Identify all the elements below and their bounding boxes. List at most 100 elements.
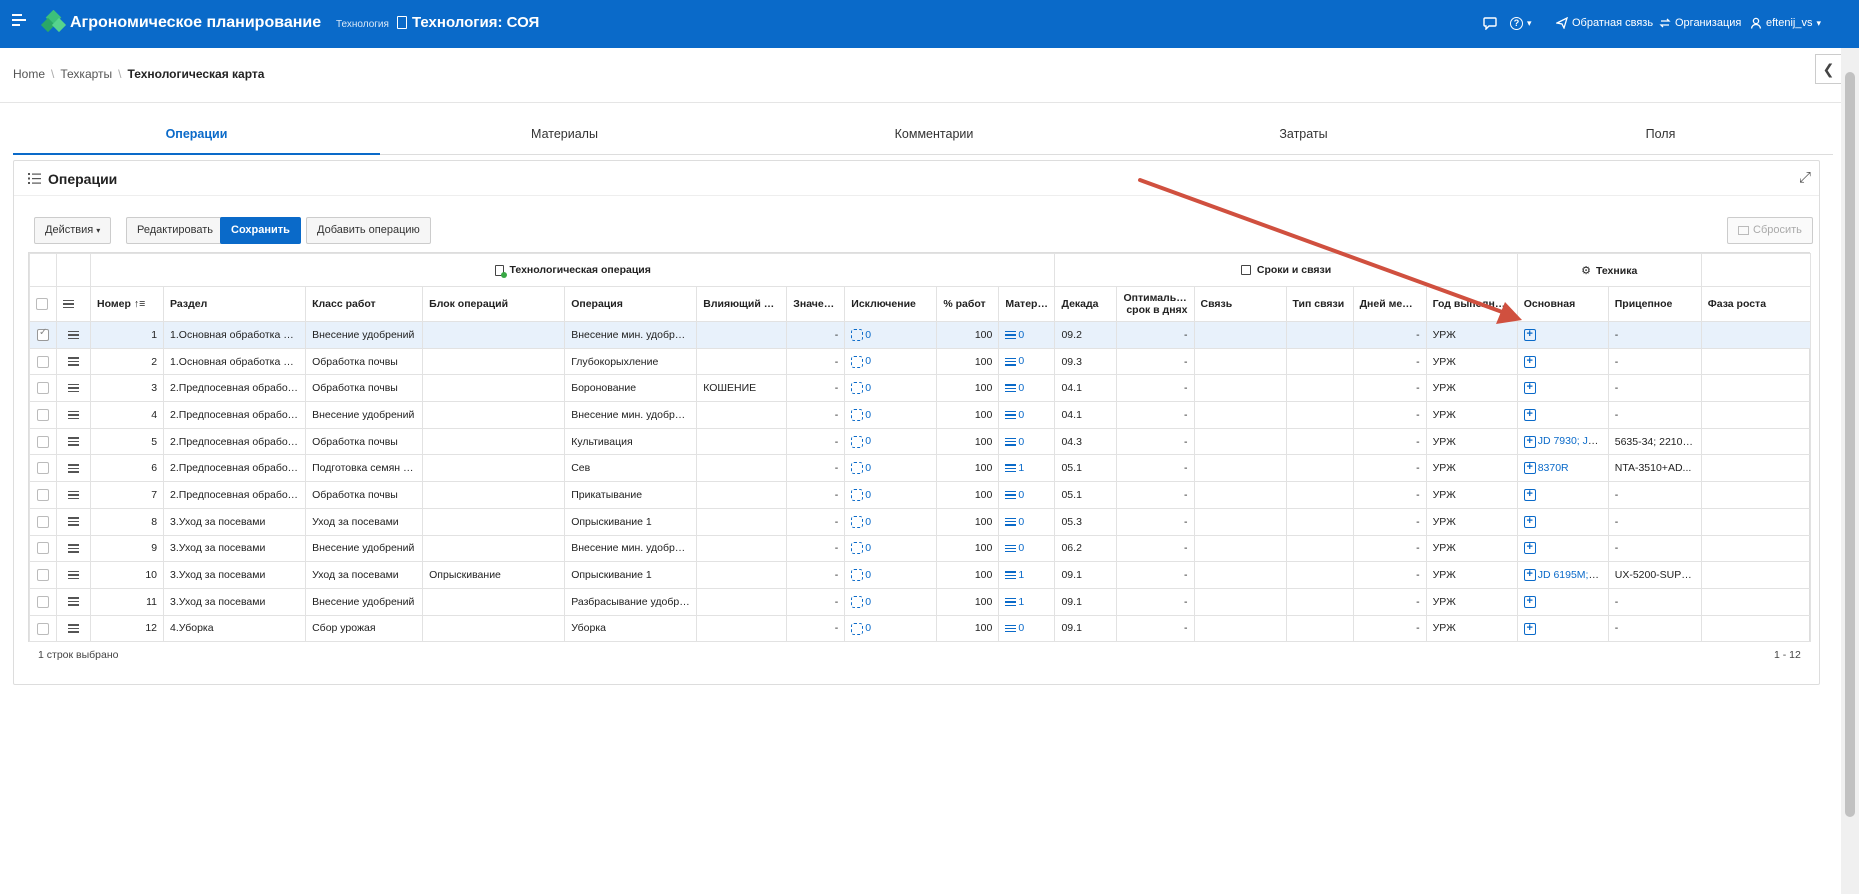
row-menu[interactable]	[56, 374, 91, 403]
row-checkbox[interactable]	[29, 534, 57, 563]
col-exclusion[interactable]: Исключение	[844, 286, 938, 322]
main-machinery-link[interactable]: 8370R	[1538, 462, 1569, 474]
table-row[interactable]: 3 2.Предпосевная обработ... Обработка почв…	[29, 374, 1812, 403]
cell-exclusion[interactable]: 0	[844, 534, 938, 563]
material-count[interactable]: 1	[1018, 596, 1024, 608]
row-actions-header[interactable]	[56, 286, 91, 322]
row-menu[interactable]	[56, 507, 91, 536]
table-row[interactable]: 2 1.Основная обработка по... Обработка поч…	[29, 347, 1812, 376]
cell-main[interactable]: +	[1516, 614, 1609, 643]
add-operation-button[interactable]: Добавить операцию	[306, 217, 431, 244]
main-machinery-link[interactable]: JD 6195M; J...	[1538, 569, 1606, 581]
cell-exclusion[interactable]: 0	[844, 454, 938, 483]
add-machinery-icon[interactable]: +	[1523, 328, 1536, 341]
tab-materials[interactable]: Материалы	[380, 120, 749, 155]
add-machinery-icon[interactable]: +	[1523, 569, 1536, 582]
add-machinery-icon[interactable]: +	[1523, 622, 1536, 635]
row-checkbox[interactable]	[29, 347, 57, 376]
row-checkbox[interactable]	[29, 321, 57, 349]
cell-exclusion[interactable]: 0	[844, 561, 938, 589]
col-value[interactable]: Значение фактора	[786, 286, 846, 322]
cell-material[interactable]: 0	[998, 614, 1056, 643]
cell-main[interactable]: +8370R	[1516, 454, 1609, 483]
add-machinery-icon[interactable]: +	[1523, 489, 1536, 502]
cell-material[interactable]: 1	[998, 454, 1056, 483]
material-count[interactable]: 0	[1018, 489, 1024, 501]
material-count[interactable]: 1	[1018, 569, 1024, 581]
row-menu[interactable]	[56, 614, 91, 643]
collapse-panel-button[interactable]: ❮	[1815, 54, 1841, 84]
breadcrumb-home[interactable]: Home	[13, 67, 45, 81]
row-menu[interactable]	[56, 454, 91, 483]
row-checkbox[interactable]	[29, 481, 57, 509]
cell-main[interactable]: +	[1516, 321, 1609, 349]
exclusion-count[interactable]: 0	[865, 462, 871, 474]
row-checkbox[interactable]	[29, 561, 57, 589]
cell-main[interactable]: +	[1516, 401, 1609, 429]
cell-material[interactable]: 0	[998, 374, 1056, 403]
table-row[interactable]: 10 3.Уход за посевами Уход за посевами Опры…	[29, 561, 1812, 589]
exclusion-count[interactable]: 0	[865, 329, 871, 341]
exclusion-count[interactable]: 0	[865, 516, 871, 528]
select-all-checkbox[interactable]	[29, 286, 57, 322]
add-machinery-icon[interactable]: +	[1523, 462, 1536, 475]
cell-material[interactable]: 0	[998, 401, 1056, 429]
cell-exclusion[interactable]: 0	[844, 481, 938, 509]
cell-material[interactable]: 0	[998, 507, 1056, 536]
col-link-type[interactable]: Тип связи	[1285, 286, 1354, 322]
table-row[interactable]: 9 3.Уход за посевами Внесение удобрений Вне…	[29, 534, 1812, 563]
breadcrumb-parent[interactable]: Техкарты	[60, 67, 112, 81]
table-row[interactable]: 7 2.Предпосевная обработ... Обработка почв…	[29, 481, 1812, 509]
exclusion-count[interactable]: 0	[865, 409, 871, 421]
cell-exclusion[interactable]: 0	[844, 374, 938, 403]
table-row[interactable]: 12 4.Уборка Сбор урожая Уборка -0 100 0 09.1- - У…	[29, 614, 1812, 643]
col-link[interactable]: Связь	[1193, 286, 1287, 322]
row-menu[interactable]	[56, 534, 91, 563]
exclusion-count[interactable]: 0	[865, 489, 871, 501]
row-checkbox[interactable]	[29, 374, 57, 403]
cell-material[interactable]: 1	[998, 561, 1056, 589]
cell-material[interactable]: 0	[998, 427, 1056, 456]
cell-exclusion[interactable]: 0	[844, 347, 938, 376]
col-work-class[interactable]: Класс работ	[305, 286, 424, 322]
row-menu[interactable]	[56, 401, 91, 429]
material-count[interactable]: 0	[1018, 329, 1024, 341]
material-count[interactable]: 1	[1018, 462, 1024, 474]
material-count[interactable]: 0	[1018, 355, 1024, 367]
feedback-link[interactable]: Обратная связь	[1556, 17, 1653, 29]
scrollbar-thumb[interactable]	[1845, 72, 1855, 817]
material-count[interactable]: 0	[1018, 622, 1024, 634]
cell-exclusion[interactable]: 0	[844, 321, 938, 349]
row-checkbox[interactable]	[29, 427, 57, 456]
cell-material[interactable]: 0	[998, 347, 1056, 376]
col-main[interactable]: Основная	[1516, 286, 1609, 322]
material-count[interactable]: 0	[1018, 436, 1024, 448]
tab-comments[interactable]: Комментарии	[749, 120, 1119, 155]
row-menu[interactable]	[56, 321, 91, 349]
cell-main[interactable]: +	[1516, 374, 1609, 403]
add-machinery-icon[interactable]: +	[1523, 542, 1536, 555]
chat-icon[interactable]	[1483, 17, 1497, 30]
table-row[interactable]: 8 3.Уход за посевами Уход за посевами Опрыс…	[29, 507, 1812, 536]
col-trailer[interactable]: Прицепное	[1607, 286, 1702, 322]
row-checkbox[interactable]	[29, 614, 57, 643]
material-count[interactable]: 0	[1018, 382, 1024, 394]
add-machinery-icon[interactable]: +	[1523, 382, 1536, 395]
table-row[interactable]: 6 2.Предпосевная обработ... Подготовка сем…	[29, 454, 1812, 483]
cell-material[interactable]: 1	[998, 587, 1056, 616]
page-scrollbar[interactable]	[1841, 48, 1859, 894]
cell-main[interactable]: +	[1516, 347, 1609, 376]
table-row[interactable]: 11 3.Уход за посевами Внесение удобрений Ра…	[29, 587, 1812, 616]
cell-exclusion[interactable]: 0	[844, 587, 938, 616]
col-pct[interactable]: % работ	[936, 286, 1000, 322]
tab-operations[interactable]: Операции	[13, 120, 380, 155]
table-row[interactable]: 4 2.Предпосевная обработ... Внесение удобр…	[29, 401, 1812, 429]
help-menu[interactable]: ? ▾	[1510, 17, 1532, 30]
exclusion-count[interactable]: 0	[865, 435, 871, 447]
edit-button[interactable]: Редактировать	[126, 217, 224, 244]
cell-exclusion[interactable]: 0	[844, 427, 938, 456]
row-checkbox[interactable]	[29, 401, 57, 429]
cell-exclusion[interactable]: 0	[844, 401, 938, 429]
expand-icon[interactable]: ⤢	[1799, 169, 1811, 186]
cell-material[interactable]: 0	[998, 534, 1056, 563]
